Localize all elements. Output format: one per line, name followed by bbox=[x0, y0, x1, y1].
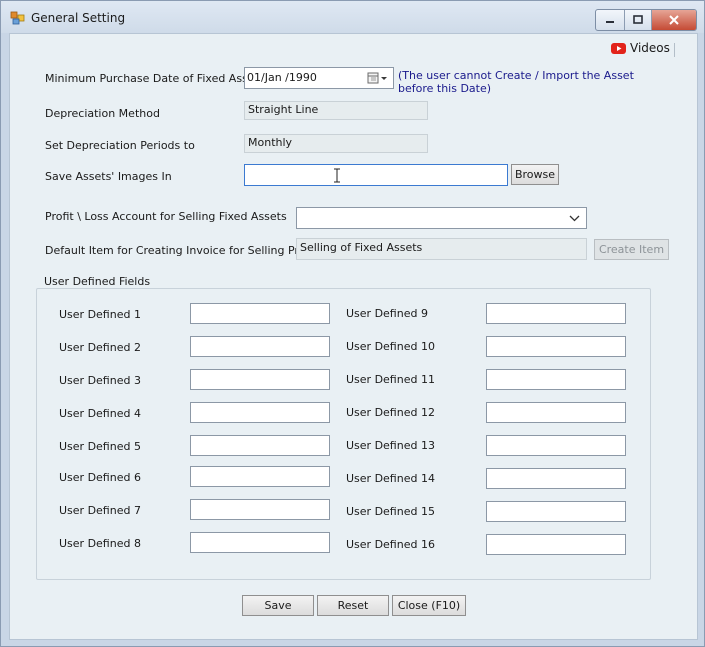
videos-label: Videos bbox=[630, 41, 670, 55]
user-defined-label: User Defined 16 bbox=[346, 538, 435, 551]
user-defined-input[interactable] bbox=[190, 466, 330, 487]
user-defined-input[interactable] bbox=[486, 402, 626, 423]
maximize-button[interactable] bbox=[625, 10, 652, 30]
min-purchase-date-note: (The user cannot Create / Import the Ass… bbox=[398, 69, 634, 95]
user-defined-label: User Defined 5 bbox=[59, 440, 141, 453]
user-defined-input[interactable] bbox=[486, 369, 626, 390]
min-purchase-date-label: Minimum Purchase Date of Fixed Assets bbox=[45, 72, 265, 85]
user-defined-input[interactable] bbox=[190, 303, 330, 324]
user-defined-label: User Defined 15 bbox=[346, 505, 435, 518]
user-defined-group-title: User Defined Fields bbox=[41, 275, 154, 288]
close-icon bbox=[669, 15, 679, 25]
user-defined-label: User Defined 10 bbox=[346, 340, 435, 353]
user-defined-input[interactable] bbox=[486, 501, 626, 522]
user-defined-input[interactable] bbox=[486, 468, 626, 489]
images-path-label: Save Assets' Images In bbox=[45, 170, 172, 183]
user-defined-input[interactable] bbox=[486, 303, 626, 324]
user-defined-input[interactable] bbox=[190, 532, 330, 553]
min-purchase-date-value: 01/Jan /1990 bbox=[247, 71, 317, 84]
user-defined-label: User Defined 12 bbox=[346, 406, 435, 419]
profit-loss-account-label: Profit \ Loss Account for Selling Fixed … bbox=[45, 210, 287, 223]
user-defined-input[interactable] bbox=[486, 336, 626, 357]
divider bbox=[674, 43, 675, 57]
user-defined-label: User Defined 11 bbox=[346, 373, 435, 386]
user-defined-label: User Defined 13 bbox=[346, 439, 435, 452]
minimize-button[interactable] bbox=[596, 10, 626, 30]
user-defined-input[interactable] bbox=[486, 435, 626, 456]
depreciation-periods-value: Monthly bbox=[244, 134, 428, 153]
save-button[interactable]: Save bbox=[242, 595, 314, 616]
user-defined-input[interactable] bbox=[190, 435, 330, 456]
user-defined-label: User Defined 1 bbox=[59, 308, 141, 321]
user-defined-label: User Defined 3 bbox=[59, 374, 141, 387]
text-cursor-icon bbox=[334, 168, 340, 183]
general-setting-window: General Setting Videos Minimum Purchase … bbox=[0, 0, 705, 647]
user-defined-label: User Defined 7 bbox=[59, 504, 141, 517]
reset-button[interactable]: Reset bbox=[317, 595, 389, 616]
title-bar: General Setting bbox=[1, 1, 704, 33]
user-defined-label: User Defined 8 bbox=[59, 537, 141, 550]
user-defined-label: User Defined 2 bbox=[59, 341, 141, 354]
user-defined-label: User Defined 6 bbox=[59, 471, 141, 484]
images-path-input[interactable] bbox=[244, 164, 508, 186]
videos-link[interactable]: Videos bbox=[611, 41, 670, 55]
user-defined-input[interactable] bbox=[190, 336, 330, 357]
default-item-label: Default Item for Creating Invoice for Se… bbox=[45, 244, 315, 257]
youtube-icon bbox=[611, 42, 626, 54]
depreciation-periods-label: Set Depreciation Periods to bbox=[45, 139, 195, 152]
default-item-value: Selling of Fixed Assets bbox=[296, 238, 587, 260]
window-caption-buttons bbox=[595, 9, 697, 31]
browse-button[interactable]: Browse bbox=[511, 164, 559, 185]
user-defined-label: User Defined 9 bbox=[346, 307, 428, 320]
user-defined-label: User Defined 4 bbox=[59, 407, 141, 420]
user-defined-input[interactable] bbox=[190, 369, 330, 390]
chevron-down-icon bbox=[569, 215, 580, 222]
window-title: General Setting bbox=[31, 11, 126, 25]
user-defined-input[interactable] bbox=[190, 402, 330, 423]
min-purchase-date-picker[interactable]: 01/Jan /1990 bbox=[244, 67, 394, 89]
close-window-button[interactable] bbox=[651, 10, 696, 30]
profit-loss-account-select[interactable] bbox=[296, 207, 587, 229]
depreciation-method-label: Depreciation Method bbox=[45, 107, 160, 120]
user-defined-input[interactable] bbox=[190, 499, 330, 520]
user-defined-input[interactable] bbox=[486, 534, 626, 555]
close-button[interactable]: Close (F10) bbox=[392, 595, 466, 616]
calendar-icon[interactable] bbox=[367, 72, 391, 85]
minimize-icon bbox=[606, 21, 615, 23]
maximize-icon bbox=[633, 15, 643, 24]
create-item-button[interactable]: Create Item bbox=[594, 239, 669, 260]
depreciation-method-value: Straight Line bbox=[244, 101, 428, 120]
user-defined-label: User Defined 14 bbox=[346, 472, 435, 485]
settings-panel: Videos Minimum Purchase Date of Fixed As… bbox=[9, 33, 698, 640]
app-icon bbox=[10, 11, 25, 25]
